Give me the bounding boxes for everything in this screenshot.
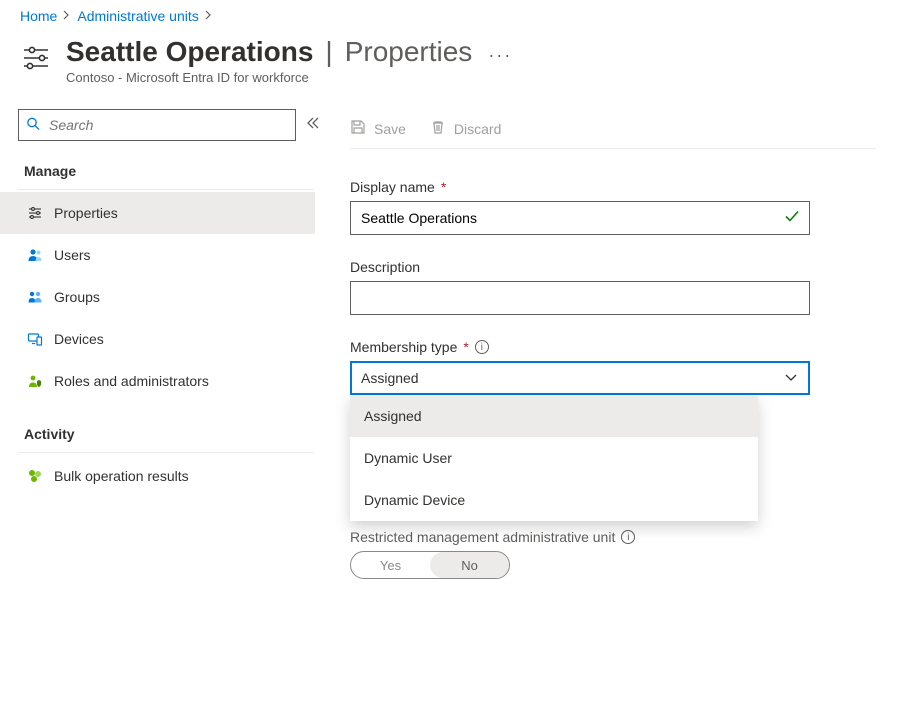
group-icon bbox=[26, 289, 44, 305]
page-title: Seattle Operations bbox=[66, 36, 313, 68]
display-name-input[interactable] bbox=[350, 201, 810, 235]
required-indicator: * bbox=[463, 339, 468, 355]
dropdown-option-label: Dynamic Device bbox=[364, 492, 465, 508]
membership-type-dropdown: Assigned Dynamic User Dynamic Device bbox=[350, 395, 758, 521]
sidebar-item-properties[interactable]: Properties bbox=[0, 192, 315, 234]
chevron-right-icon bbox=[205, 9, 213, 23]
sidebar-item-bulk-results[interactable]: Bulk operation results bbox=[0, 455, 315, 497]
restricted-yes[interactable]: Yes bbox=[351, 552, 430, 578]
chevron-right-icon bbox=[63, 9, 71, 23]
command-bar: Save Discard bbox=[350, 109, 876, 149]
restricted-toggle[interactable]: Yes No bbox=[350, 551, 510, 579]
sidebar-item-label: Users bbox=[54, 247, 91, 263]
sidebar-item-label: Groups bbox=[54, 289, 100, 305]
search-input[interactable] bbox=[18, 109, 296, 141]
devices-icon bbox=[26, 331, 44, 347]
description-input[interactable] bbox=[350, 281, 810, 315]
divider bbox=[18, 452, 314, 453]
chevron-down-icon bbox=[784, 370, 798, 386]
user-icon bbox=[26, 247, 44, 263]
info-icon[interactable]: i bbox=[621, 530, 635, 544]
nav-group-manage: Manage bbox=[18, 157, 332, 187]
admin-icon bbox=[26, 373, 44, 389]
save-button[interactable]: Save bbox=[350, 119, 406, 138]
breadcrumb: Home Administrative units bbox=[0, 0, 898, 30]
page-subtitle: Contoso - Microsoft Entra ID for workfor… bbox=[66, 70, 512, 85]
required-indicator: * bbox=[441, 179, 446, 195]
field-membership-type: Membership type * i Assigned Assigned Dy… bbox=[350, 339, 876, 395]
sidebar-item-label: Roles and administrators bbox=[54, 373, 209, 389]
display-name-label: Display name bbox=[350, 179, 435, 195]
dropdown-option-assigned[interactable]: Assigned bbox=[350, 395, 758, 437]
field-display-name: Display name * bbox=[350, 179, 876, 235]
title-separator: | bbox=[325, 36, 332, 68]
sidebar-item-groups[interactable]: Groups bbox=[0, 276, 315, 318]
field-description: Description bbox=[350, 259, 876, 315]
more-actions-button[interactable]: ··· bbox=[488, 45, 512, 66]
breadcrumb-administrative-units[interactable]: Administrative units bbox=[77, 8, 198, 24]
dropdown-option-label: Dynamic User bbox=[364, 450, 452, 466]
main-content: Save Discard Display name * bbox=[332, 109, 898, 579]
trash-icon bbox=[430, 119, 446, 138]
sidebar: Manage Properties Users Groups Devices bbox=[0, 109, 332, 579]
checkmark-icon bbox=[784, 209, 800, 228]
sidebar-item-devices[interactable]: Devices bbox=[0, 318, 315, 360]
search-icon bbox=[26, 117, 40, 134]
toggle-no-label: No bbox=[461, 558, 478, 573]
membership-type-select[interactable]: Assigned bbox=[350, 361, 810, 395]
description-label: Description bbox=[350, 259, 420, 275]
toggle-yes-label: Yes bbox=[380, 558, 401, 573]
info-icon[interactable]: i bbox=[475, 340, 489, 354]
divider bbox=[18, 189, 314, 190]
breadcrumb-home[interactable]: Home bbox=[20, 8, 57, 24]
sliders-icon bbox=[20, 42, 52, 77]
discard-label: Discard bbox=[454, 121, 501, 137]
page-header: Seattle Operations | Properties ··· Cont… bbox=[0, 30, 898, 109]
sliders-icon bbox=[26, 205, 44, 221]
sidebar-item-label: Properties bbox=[54, 205, 118, 221]
dropdown-option-dynamic-device[interactable]: Dynamic Device bbox=[350, 479, 758, 521]
sidebar-item-users[interactable]: Users bbox=[0, 234, 315, 276]
save-label: Save bbox=[374, 121, 406, 137]
save-icon bbox=[350, 119, 366, 138]
sidebar-item-roles[interactable]: Roles and administrators bbox=[0, 360, 315, 402]
collapse-sidebar-button[interactable] bbox=[306, 116, 320, 134]
dropdown-option-label: Assigned bbox=[364, 408, 422, 424]
nav-group-activity: Activity bbox=[18, 420, 332, 450]
membership-type-value: Assigned bbox=[361, 370, 419, 386]
restricted-no[interactable]: No bbox=[430, 552, 509, 578]
bulk-results-icon bbox=[26, 468, 44, 484]
membership-type-label: Membership type bbox=[350, 339, 457, 355]
sidebar-item-label: Devices bbox=[54, 331, 104, 347]
restricted-label: Restricted management administrative uni… bbox=[350, 529, 615, 545]
page-section: Properties bbox=[345, 36, 473, 68]
sidebar-item-label: Bulk operation results bbox=[54, 468, 189, 484]
discard-button[interactable]: Discard bbox=[430, 119, 501, 138]
dropdown-option-dynamic-user[interactable]: Dynamic User bbox=[350, 437, 758, 479]
